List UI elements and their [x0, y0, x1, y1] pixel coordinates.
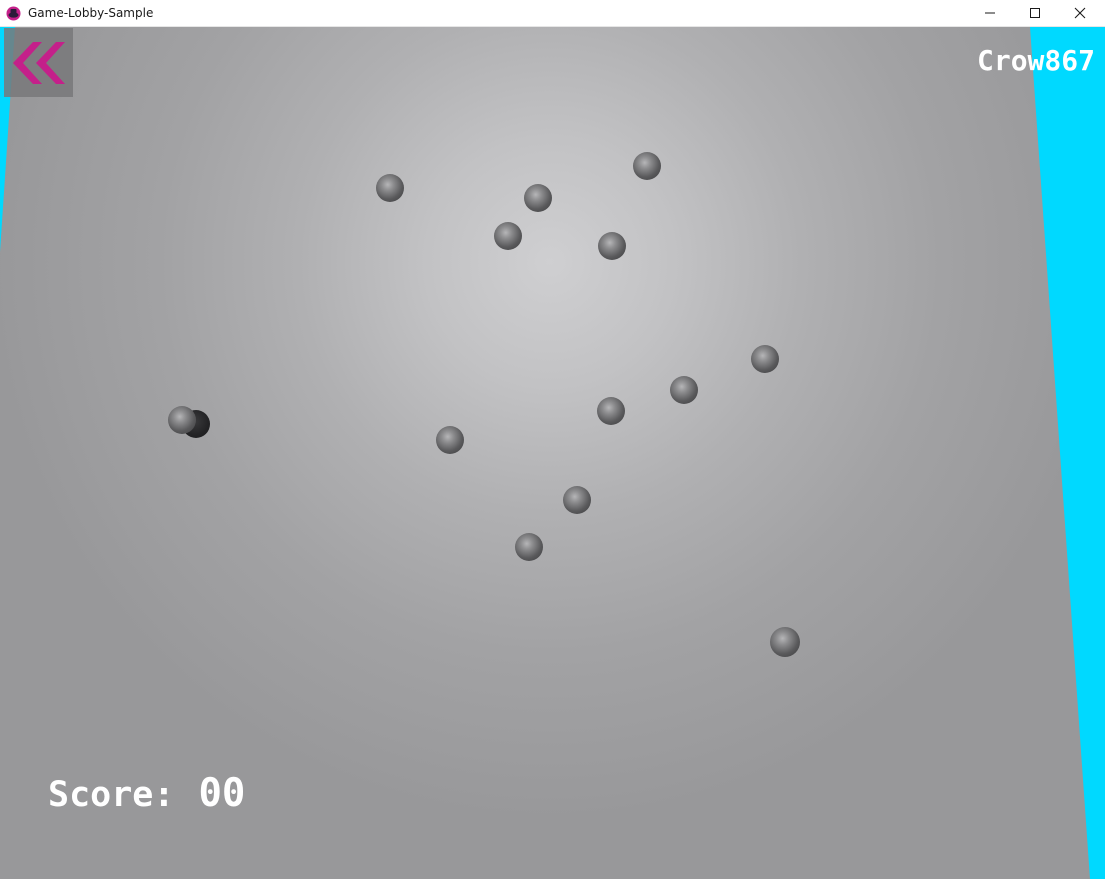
ball	[436, 426, 464, 454]
close-icon	[1074, 7, 1086, 19]
minimize-icon	[985, 12, 995, 14]
back-button[interactable]	[4, 28, 73, 97]
maximize-button[interactable]	[1012, 0, 1058, 26]
ball	[376, 174, 404, 202]
game-window: Game-Lobby-Sample Crow867 Score: 00	[0, 0, 1105, 879]
ball	[524, 184, 552, 212]
ball	[563, 486, 591, 514]
window-title: Game-Lobby-Sample	[28, 6, 154, 20]
title-bar[interactable]: Game-Lobby-Sample	[0, 0, 1105, 27]
ball	[670, 376, 698, 404]
game-viewport[interactable]: Crow867 Score: 00	[0, 27, 1105, 879]
ball	[598, 232, 626, 260]
app-icon	[6, 6, 21, 21]
ball	[770, 627, 800, 657]
ball	[515, 533, 543, 561]
right-wall	[1030, 27, 1105, 879]
player-name: Crow867	[976, 44, 1095, 77]
score-label: Score:	[48, 775, 175, 815]
score-value: 00	[198, 771, 246, 816]
minimize-button[interactable]	[967, 0, 1013, 26]
ball	[168, 406, 196, 434]
close-button[interactable]	[1057, 0, 1103, 26]
ball	[751, 345, 779, 373]
ball	[597, 397, 625, 425]
double-chevron-left-icon	[13, 42, 65, 84]
ball	[494, 222, 522, 250]
arena-walls	[0, 27, 1105, 879]
score-display: Score: 00	[48, 771, 245, 816]
maximize-icon	[1030, 8, 1040, 18]
ball	[633, 152, 661, 180]
